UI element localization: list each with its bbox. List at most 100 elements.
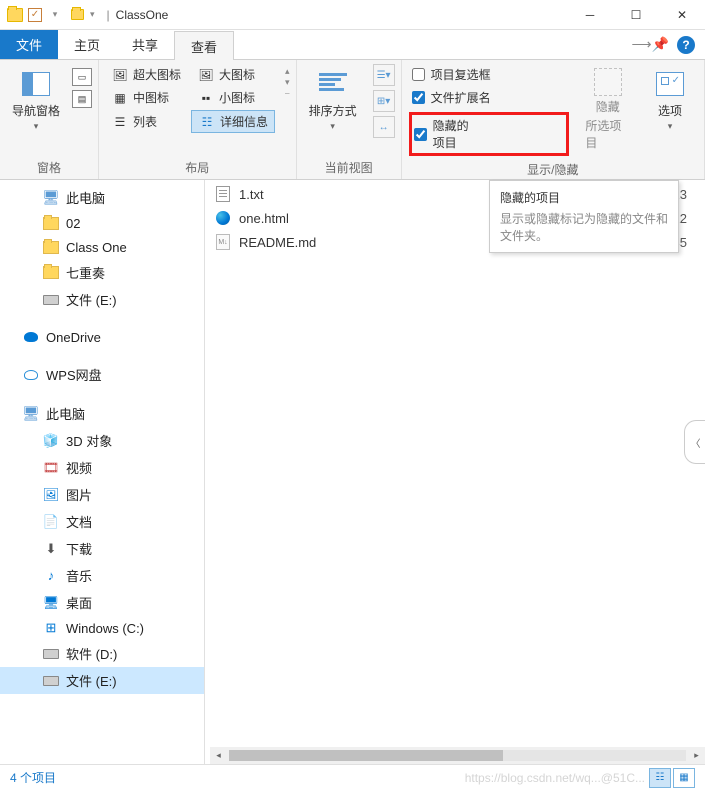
drive-icon: [42, 673, 60, 689]
group-by-icon[interactable]: ☰▾: [373, 64, 395, 86]
tree-item-videos[interactable]: 🎞视频: [0, 454, 204, 481]
title-bar: ✓ ▾ ▾ | ClassOne ─ ☐ ✕: [0, 0, 705, 30]
view-mode-toggles: ☷ ▦: [649, 768, 695, 788]
options-button[interactable]: 选项 ▾: [642, 64, 698, 136]
edge-peek-tab[interactable]: 〈: [684, 420, 705, 464]
scroll-right-icon[interactable]: ▸: [688, 750, 705, 761]
tree-item-documents[interactable]: 📄文档: [0, 508, 204, 535]
tab-home[interactable]: 主页: [58, 30, 116, 59]
tooltip-hidden-items: 隐藏的项目 显示或隐藏标记为隐藏的文件和文件夹。: [489, 180, 679, 253]
navigation-pane-icon: [20, 68, 52, 100]
file-extensions-checkbox[interactable]: [412, 91, 425, 104]
layout-extra-large-icons[interactable]: 🖼超大图标: [105, 64, 187, 85]
status-bar: 4 个项目 https://blog.csdn.net/wq...@51C...…: [0, 764, 705, 790]
layout-sm-label: 小图标: [219, 89, 255, 106]
checkbox-icon[interactable]: ✓: [28, 8, 42, 22]
dropdown-icon: ▾: [668, 121, 673, 132]
tree-item-pictures[interactable]: 🖼 图片: [0, 481, 204, 508]
sort-by-button[interactable]: 排序方式 ▾: [303, 64, 363, 136]
maximize-button[interactable]: ☐: [613, 0, 659, 30]
md-icons-icon: ▦: [111, 90, 129, 106]
add-columns-icon[interactable]: ⊞▾: [373, 90, 395, 112]
details-view-toggle[interactable]: ☷: [649, 768, 671, 788]
hidden-items-checkbox[interactable]: [414, 128, 427, 141]
tree-label: 视频: [66, 458, 92, 477]
group-label-show-hide: 显示/隐藏: [408, 158, 698, 181]
view-mini-buttons: ☰▾ ⊞▾ ↔: [373, 64, 395, 138]
details-pane-icon[interactable]: ▤: [72, 90, 92, 108]
tree-label: Class One: [66, 240, 127, 255]
horizontal-scrollbar[interactable]: ◂ ▸: [210, 747, 705, 764]
minimize-button[interactable]: ─: [567, 0, 613, 30]
tree-label: 软件 (D:): [66, 644, 117, 663]
window-title: ClassOne: [116, 8, 169, 22]
layout-medium-icons[interactable]: ▦中图标: [105, 87, 187, 108]
tree-item-drive-c[interactable]: ⊞Windows (C:): [0, 616, 204, 640]
hide-selected-button[interactable]: 隐藏 所选项目: [579, 64, 636, 155]
qat-dropdown-icon[interactable]: ▾: [46, 6, 64, 24]
highlight-annotation: 隐藏的项目: [409, 112, 570, 156]
tab-share[interactable]: 共享: [116, 30, 174, 59]
xl-icons-icon: 🖼: [111, 67, 129, 83]
group-label-panes: 窗格: [6, 156, 92, 179]
item-checkboxes-option[interactable]: 项目复选框: [412, 66, 570, 83]
tree-item-folder[interactable]: Class One: [0, 235, 204, 259]
pictures-icon: 🖼: [42, 487, 60, 503]
pc-icon: 🖥: [42, 190, 60, 206]
tree-item-folder[interactable]: 七重奏: [0, 259, 204, 286]
close-button[interactable]: ✕: [659, 0, 705, 30]
drive-icon: [42, 292, 60, 308]
tree-label: 七重奏: [66, 263, 105, 282]
tree-item-onedrive[interactable]: OneDrive: [0, 325, 204, 349]
navigation-pane-button[interactable]: 导航窗格 ▾: [6, 64, 66, 136]
qat-menu-dropdown-icon[interactable]: ▾: [90, 9, 95, 20]
tab-file[interactable]: 文件: [0, 30, 58, 59]
layout-details-label: 详细信息: [220, 113, 268, 130]
layout-list[interactable]: ☰列表: [105, 110, 187, 133]
layout-large-icons[interactable]: 🖼大图标: [191, 64, 275, 85]
tree-item-drive[interactable]: 文件 (E:): [0, 286, 204, 313]
tree-item-this-pc-top[interactable]: 🖥此电脑: [0, 184, 204, 211]
preview-pane-icon[interactable]: ▭: [72, 68, 92, 86]
tree-item-wps[interactable]: WPS网盘: [0, 361, 204, 388]
layout-xl-label: 超大图标: [133, 66, 181, 83]
scrollbar-track[interactable]: [229, 750, 686, 761]
dropdown-icon: ▾: [34, 121, 39, 132]
navigation-tree[interactable]: 🖥此电脑 02 Class One 七重奏 文件 (E:) OneDrive W…: [0, 180, 205, 764]
size-columns-icon[interactable]: ↔: [373, 116, 395, 138]
scrollbar-thumb[interactable]: [229, 750, 503, 761]
layout-details[interactable]: ☷详细信息: [191, 110, 275, 133]
file-extensions-option[interactable]: 文件扩展名: [412, 89, 570, 106]
folder-icon: [42, 215, 60, 231]
tree-label: 图片: [66, 485, 92, 504]
tree-label: 文件 (E:): [66, 290, 117, 309]
tree-label: OneDrive: [46, 330, 101, 345]
navigation-pane-label: 导航窗格: [12, 102, 60, 119]
details-icon: ☷: [198, 114, 216, 130]
tree-item-folder[interactable]: 02: [0, 211, 204, 235]
tree-item-drive-e[interactable]: 文件 (E:): [0, 667, 204, 694]
expand-icon[interactable]: ⎯: [285, 88, 290, 99]
file-extensions-label: 文件扩展名: [431, 89, 491, 106]
scroll-left-icon[interactable]: ◂: [210, 750, 227, 761]
tab-view[interactable]: 查看: [174, 31, 234, 60]
thumbnails-view-toggle[interactable]: ▦: [673, 768, 695, 788]
tree-item-3d-objects[interactable]: 🧊3D 对象: [0, 427, 204, 454]
3d-icon: 🧊: [42, 433, 60, 449]
tree-item-downloads[interactable]: ⬇下载: [0, 535, 204, 562]
layout-small-icons[interactable]: ▪▪小图标: [191, 87, 275, 108]
item-checkboxes-checkbox[interactable]: [412, 68, 425, 81]
folder-icon: [42, 265, 60, 281]
pin-icon[interactable]: ⟶📌: [631, 36, 669, 53]
tree-item-drive-d[interactable]: 软件 (D:): [0, 640, 204, 667]
help-icon[interactable]: ?: [677, 36, 695, 54]
ribbon-group-show-hide: 项目复选框 文件扩展名 隐藏的项目 隐藏 所选项目 选项 ▾ 显示/隐藏: [402, 60, 705, 179]
hidden-items-option[interactable]: 隐藏的项目: [414, 117, 481, 151]
tree-item-music[interactable]: ♪音乐: [0, 562, 204, 589]
scroll-down-icon[interactable]: ▾: [285, 77, 290, 88]
file-list-pane[interactable]: 1.txt 2021/5/27 16:23 one.html 2021/5/27…: [205, 180, 705, 764]
tree-item-this-pc[interactable]: 🖥此电脑: [0, 400, 204, 427]
pc-icon: 🖥: [22, 406, 40, 422]
scroll-up-icon[interactable]: ▴: [285, 66, 290, 77]
tree-item-desktop[interactable]: 🖥桌面: [0, 589, 204, 616]
